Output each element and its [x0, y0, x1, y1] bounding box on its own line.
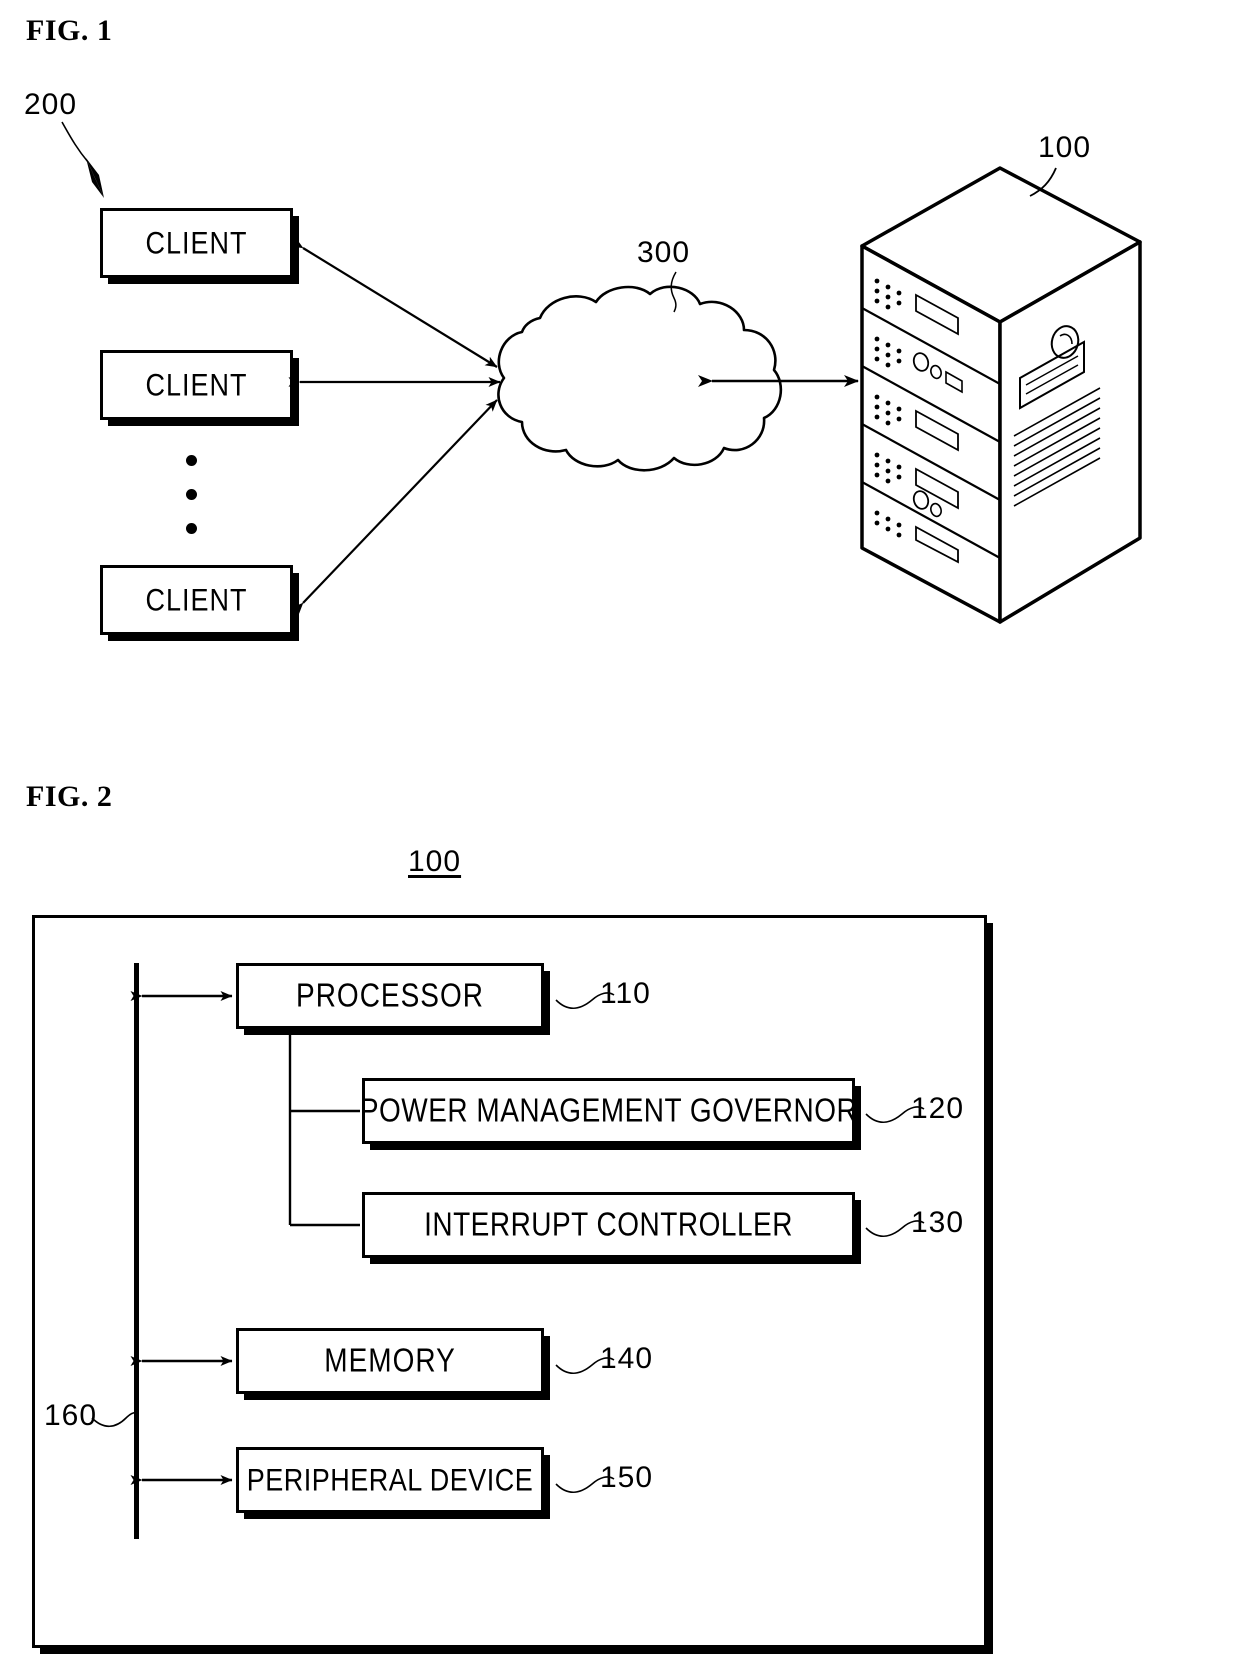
figure-1-label: FIG. 1	[26, 14, 113, 47]
bus-ref: 160	[44, 1399, 98, 1432]
memory-ref: 140	[600, 1342, 654, 1375]
client-box-2: CLIENT	[100, 350, 293, 420]
figure-2-label: FIG. 2	[26, 780, 113, 813]
peripheral-device-box: PERIPHERAL DEVICE	[236, 1447, 544, 1513]
client-box-2-label: CLIENT	[145, 366, 248, 403]
ellipsis-dot-1	[186, 455, 197, 466]
network-300-leader	[670, 271, 677, 313]
power-management-governor-box: POWER MANAGEMENT GOVERNOR	[359, 1078, 858, 1144]
network-label: NETWORK	[513, 362, 669, 400]
figure-1-system-ref: 200	[24, 88, 78, 121]
system-200-leader	[61, 121, 104, 198]
client-box-3: CLIENT	[100, 565, 293, 635]
power-management-governor-ref: 120	[911, 1092, 965, 1125]
server-100-leader	[1029, 167, 1057, 197]
ellipsis-dot-2	[186, 489, 197, 500]
arrow-client1-network	[290, 237, 498, 368]
memory-box: MEMORY	[236, 1328, 544, 1394]
interrupt-controller-box: INTERRUPT CONTROLLER	[362, 1192, 855, 1258]
client-box-1: CLIENT	[100, 208, 293, 278]
processor-ref: 110	[600, 977, 651, 1010]
server-rack-icon	[860, 166, 1142, 624]
network-ref: 300	[637, 236, 691, 269]
client-box-3-label: CLIENT	[145, 581, 248, 618]
power-management-governor-label: POWER MANAGEMENT GOVERNOR	[359, 1092, 858, 1129]
interrupt-controller-ref: 130	[911, 1206, 965, 1239]
processor-label: PROCESSOR	[296, 977, 484, 1014]
arrow-client3-network	[291, 399, 498, 615]
processor-box: PROCESSOR	[236, 963, 544, 1029]
client-box-1-label: CLIENT	[145, 224, 248, 261]
figure-2-system-ref: 100	[408, 845, 462, 878]
peripheral-device-ref: 150	[600, 1461, 654, 1494]
peripheral-device-label: PERIPHERAL DEVICE	[246, 1461, 534, 1498]
interrupt-controller-label: INTERRUPT CONTROLLER	[424, 1206, 793, 1243]
internal-bus-line	[134, 963, 139, 1539]
ellipsis-dot-3	[186, 523, 197, 534]
server-ref: 100	[1038, 131, 1092, 164]
memory-label: MEMORY	[324, 1342, 456, 1379]
